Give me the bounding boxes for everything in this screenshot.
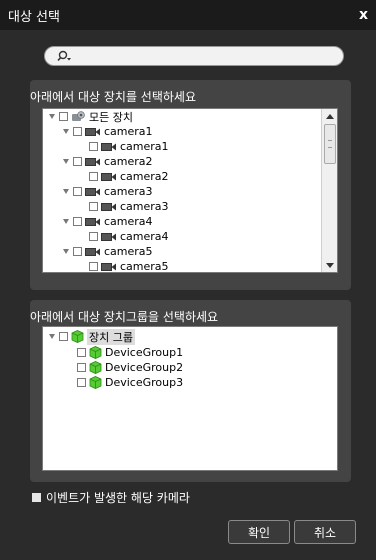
expand-toggle-icon[interactable]: [61, 127, 71, 137]
expand-toggle-icon[interactable]: [61, 217, 71, 227]
tree-item-camera[interactable]: camera1: [61, 124, 153, 139]
checkbox[interactable]: [77, 363, 86, 372]
group-cube-icon: [71, 330, 84, 343]
devices-icon: [71, 110, 85, 123]
camera-icon: [85, 187, 101, 197]
tree-label: camera4: [120, 230, 169, 243]
checkbox[interactable]: [73, 217, 82, 226]
tree-label: camera5: [104, 245, 153, 258]
event-camera-option[interactable]: 이벤트가 발생한 해당 카메라: [32, 489, 190, 506]
checkbox[interactable]: [77, 378, 86, 387]
checkbox[interactable]: [73, 157, 82, 166]
tree-label: DeviceGroup3: [105, 376, 184, 389]
title-bar: 대상 선택 x: [0, 0, 376, 30]
camera-icon: [101, 172, 117, 182]
expand-toggle-icon[interactable]: [47, 112, 57, 122]
vertical-scrollbar[interactable]: [321, 109, 337, 272]
checkbox[interactable]: [89, 142, 98, 151]
camera-icon: [101, 202, 117, 212]
camera-icon: [101, 142, 117, 152]
checkbox[interactable]: [73, 187, 82, 196]
checkbox[interactable]: [59, 112, 68, 121]
checkbox[interactable]: [89, 232, 98, 241]
expand-toggle-icon[interactable]: [61, 247, 71, 257]
tree-item-camera[interactable]: camera2: [61, 154, 153, 169]
camera-icon: [85, 247, 101, 257]
tree-item-device-group[interactable]: DeviceGroup3: [77, 375, 183, 390]
group-cube-icon: [89, 376, 102, 389]
close-button[interactable]: x: [359, 7, 368, 23]
tree-item-camera-channel[interactable]: camera5: [89, 259, 169, 273]
tree-label: 모든 장치: [89, 110, 133, 124]
tree-label: camera4: [104, 215, 153, 228]
search-icon: [57, 50, 73, 62]
ok-button[interactable]: 확인: [228, 520, 290, 544]
expand-toggle-icon[interactable]: [47, 332, 57, 342]
device-panel: 아래에서 대상 장치를 선택하세요 모든 장치 camera1 camera1 …: [30, 80, 351, 290]
device-panel-title: 아래에서 대상 장치를 선택하세요: [30, 90, 197, 104]
tree-label: camera3: [120, 200, 169, 213]
camera-icon: [85, 157, 101, 167]
checkbox[interactable]: [89, 262, 98, 271]
tree-label: camera1: [104, 125, 153, 138]
tree-root-all-devices[interactable]: 모든 장치: [47, 109, 133, 124]
camera-icon: [85, 127, 101, 137]
scroll-down-icon[interactable]: [322, 258, 337, 272]
tree-item-camera[interactable]: camera4: [61, 214, 153, 229]
tree-item-device-group[interactable]: DeviceGroup1: [77, 345, 183, 360]
tree-item-camera-channel[interactable]: camera1: [89, 139, 169, 154]
checkbox[interactable]: [73, 127, 82, 136]
checkbox[interactable]: [59, 332, 68, 341]
tree-item-camera-channel[interactable]: camera2: [89, 169, 169, 184]
group-tree[interactable]: 장치 그룹 DeviceGroup1 DeviceGroup2 DeviceGr…: [42, 326, 338, 471]
scroll-thumb[interactable]: [324, 124, 336, 164]
event-camera-checkbox[interactable]: [32, 493, 41, 502]
cancel-button[interactable]: 취소: [294, 520, 356, 544]
tree-label: 장치 그룹: [87, 328, 135, 345]
window-title: 대상 선택: [8, 9, 60, 25]
tree-label: DeviceGroup2: [105, 361, 184, 374]
checkbox[interactable]: [89, 172, 98, 181]
expand-toggle-icon[interactable]: [61, 187, 71, 197]
tree-item-camera-channel[interactable]: camera3: [89, 199, 169, 214]
tree-item-camera[interactable]: camera5: [61, 244, 153, 259]
tree-label: camera5: [120, 260, 169, 273]
checkbox[interactable]: [89, 202, 98, 211]
checkbox[interactable]: [73, 247, 82, 256]
tree-item-camera-channel[interactable]: camera4: [89, 229, 169, 244]
tree-item-camera[interactable]: camera3: [61, 184, 153, 199]
tree-label: DeviceGroup1: [105, 346, 184, 359]
group-cube-icon: [89, 346, 102, 359]
camera-icon: [101, 262, 117, 272]
event-camera-label: 이벤트가 발생한 해당 카메라: [46, 491, 190, 505]
search-input[interactable]: [44, 46, 344, 66]
checkbox[interactable]: [77, 348, 86, 357]
camera-icon: [101, 232, 117, 242]
device-tree[interactable]: 모든 장치 camera1 camera1 camera2 camera2 ca…: [42, 108, 338, 273]
group-panel: 아래에서 대상 장치그룹을 선택하세요 장치 그룹 DeviceGroup1 D…: [30, 300, 351, 482]
tree-label: camera2: [120, 170, 169, 183]
tree-label: camera3: [104, 185, 153, 198]
group-panel-title: 아래에서 대상 장치그룹을 선택하세요: [30, 310, 219, 324]
tree-label: camera1: [120, 140, 169, 153]
expand-toggle-icon[interactable]: [61, 157, 71, 167]
tree-root-device-group[interactable]: 장치 그룹: [47, 328, 135, 345]
tree-label: camera2: [104, 155, 153, 168]
tree-item-device-group[interactable]: DeviceGroup2: [77, 360, 183, 375]
group-cube-icon: [89, 361, 102, 374]
scroll-up-icon[interactable]: [322, 109, 337, 123]
camera-icon: [85, 217, 101, 227]
